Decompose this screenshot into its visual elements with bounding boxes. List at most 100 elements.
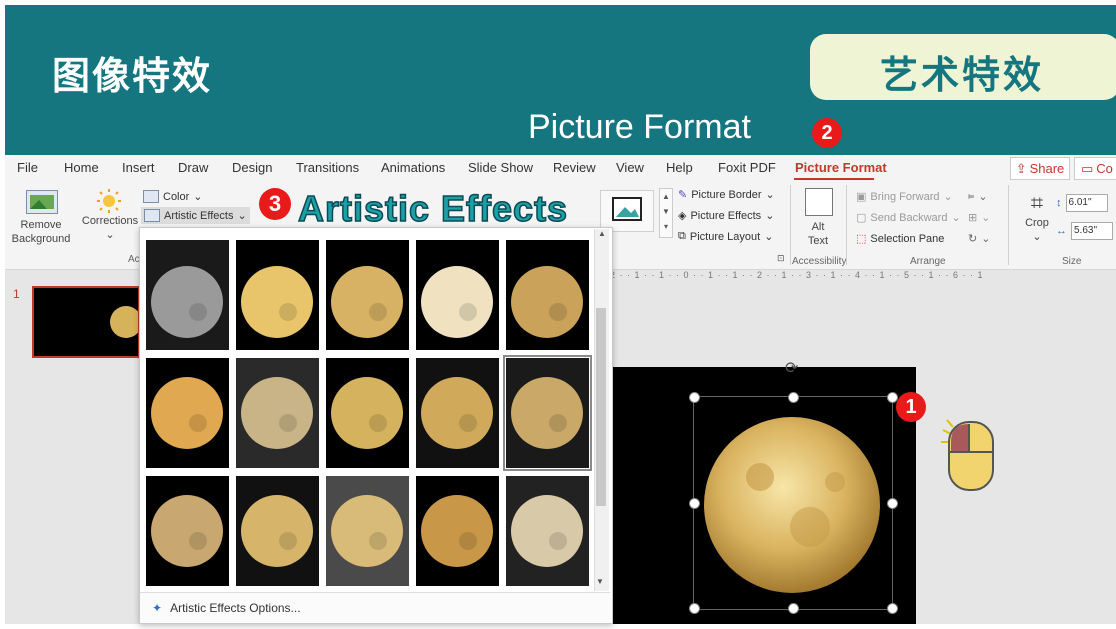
tab-home[interactable]: Home	[64, 160, 99, 175]
remove-background-label-2: Background	[11, 233, 71, 245]
picture-effects-label: Picture Effects	[690, 209, 762, 222]
tab-design[interactable]: Design	[232, 160, 272, 175]
tab-review[interactable]: Review	[553, 160, 596, 175]
tab-help[interactable]: Help	[666, 160, 693, 175]
resize-handle[interactable]	[887, 498, 898, 509]
artistic-effects-callout: Artistic Effects	[297, 187, 569, 230]
remove-background-icon	[26, 190, 58, 214]
scroll-up-icon: ▲	[598, 229, 606, 238]
tab-animations[interactable]: Animations	[381, 160, 445, 175]
height-field[interactable]: ↕ 6.01"	[1056, 194, 1108, 212]
ribbon-separator	[1008, 185, 1009, 265]
tab-slide-show[interactable]: Slide Show	[468, 160, 533, 175]
artistic-effect-option[interactable]	[236, 240, 319, 350]
picture-border-button[interactable]: ✎ Picture Border ⌄	[678, 188, 775, 202]
color-label: Color	[163, 190, 190, 203]
width-field[interactable]: ↔ 5.63"	[1056, 222, 1113, 240]
ribbon-separator	[846, 185, 847, 265]
artistic-effects-options-item[interactable]: ✦ Artistic Effects Options...	[140, 592, 610, 622]
artistic-effects-label: Artistic Effects	[164, 209, 234, 222]
resize-handle[interactable]	[788, 603, 799, 614]
share-button[interactable]: ⇪ Share	[1010, 157, 1070, 180]
alt-text-label-1: Alt	[811, 221, 825, 233]
picture-styles-scroll[interactable]: ▲ ▼ ▾	[659, 188, 673, 238]
picture-layout-button[interactable]: ⧉ Picture Layout ⌄	[678, 230, 773, 243]
rotate-handle-icon[interactable]: ⟳	[785, 358, 798, 378]
artistic-effect-option[interactable]	[326, 358, 409, 468]
artistic-effect-option[interactable]	[506, 476, 589, 586]
artistic-effect-option[interactable]	[326, 240, 409, 350]
corrections-label: Corrections	[81, 215, 139, 227]
picture-layout-label: Picture Layout	[689, 230, 761, 243]
rotate-button[interactable]: ↻ ⌄	[968, 232, 990, 245]
artistic-effect-option[interactable]	[416, 240, 499, 350]
crop-button[interactable]: ⌗ Crop ⌄	[1022, 190, 1052, 244]
group-label-arrange: Arrange	[910, 256, 946, 267]
chevron-down-icon: ⌄	[943, 191, 953, 203]
bring-forward-label: Bring Forward	[870, 190, 940, 203]
group-button[interactable]: ⊞ ⌄	[968, 211, 990, 224]
scroll-down-icon: ▼	[662, 207, 670, 216]
chevron-down-icon: ⌄	[237, 210, 247, 222]
artistic-effect-option[interactable]	[146, 240, 229, 350]
artistic-effect-option[interactable]	[326, 476, 409, 586]
height-input[interactable]: 6.01"	[1065, 194, 1108, 212]
bring-forward-icon: ▣	[856, 191, 867, 203]
width-input[interactable]: 5.63"	[1071, 222, 1113, 240]
tab-picture-format[interactable]: Picture Format	[795, 160, 887, 175]
send-backward-button[interactable]: ▢ Send Backward ⌄	[856, 211, 961, 225]
tab-view[interactable]: View	[616, 160, 644, 175]
artistic-effect-option[interactable]	[236, 358, 319, 468]
color-icon	[143, 190, 159, 203]
chevron-down-icon: ⌄	[765, 189, 775, 201]
resize-handle[interactable]	[788, 392, 799, 403]
picture-effects-button[interactable]: ◈ Picture Effects ⌄	[678, 209, 775, 223]
gallery-scroll-thumb[interactable]	[596, 308, 606, 506]
width-icon: ↔	[1056, 225, 1067, 237]
resize-handle[interactable]	[689, 603, 700, 614]
artistic-effects-button[interactable]: Artistic Effects ⌄	[141, 207, 250, 224]
layout-icon: ⧉	[678, 230, 686, 242]
sun-icon	[94, 188, 124, 214]
chevron-down-icon: ⌄	[765, 210, 775, 222]
picture-style-preview[interactable]	[600, 190, 654, 232]
more-icon: ▾	[663, 222, 668, 231]
comment-icon: ▭	[1081, 160, 1094, 176]
selection-pane-icon: ⬚	[856, 233, 867, 245]
crop-icon: ⌗	[1030, 190, 1044, 215]
color-button[interactable]: Color ⌄	[143, 190, 203, 203]
artistic-effect-option[interactable]	[506, 240, 589, 350]
artistic-effects-icon	[144, 209, 160, 222]
scroll-down-icon[interactable]: ▼	[596, 577, 604, 586]
tab-foxit-pdf[interactable]: Foxit PDF	[718, 160, 776, 175]
artistic-effect-option[interactable]	[236, 476, 319, 586]
comments-button[interactable]: ▭ Co	[1074, 157, 1116, 180]
artistic-effect-option[interactable]	[503, 355, 592, 471]
corrections-button[interactable]: Corrections ⌄	[80, 188, 140, 242]
resize-handle[interactable]	[887, 603, 898, 614]
selection-pane-button[interactable]: ⬚ Selection Pane	[856, 232, 944, 246]
chevron-down-icon: ⌄	[1032, 231, 1042, 243]
horizontal-ruler: 2 · · 1 · · 1 · · 0 · · 1 · · 1 · · 2 · …	[610, 270, 984, 280]
step-badge-1: 1	[896, 392, 926, 422]
alt-text-button[interactable]: Alt Text	[800, 188, 836, 248]
resize-handle[interactable]	[689, 392, 700, 403]
tab-insert[interactable]: Insert	[122, 160, 155, 175]
artistic-effect-option[interactable]	[146, 476, 229, 586]
picture-border-label: Picture Border	[691, 188, 762, 201]
tab-draw[interactable]: Draw	[178, 160, 208, 175]
artistic-effect-option[interactable]	[416, 476, 499, 586]
bring-forward-button[interactable]: ▣ Bring Forward ⌄	[856, 190, 953, 204]
remove-background-button[interactable]: Remove Background	[12, 190, 72, 246]
tab-file[interactable]: File	[17, 160, 38, 175]
slide-thumbnail[interactable]	[32, 286, 142, 358]
effects-grid	[146, 240, 592, 590]
artistic-effect-option[interactable]	[146, 358, 229, 468]
effects-icon: ◈	[678, 210, 687, 222]
resize-handle[interactable]	[689, 498, 700, 509]
chevron-down-icon: ⌄	[978, 191, 988, 203]
align-button[interactable]: ⫢ ⌄	[968, 190, 988, 203]
dialog-launcher-icon[interactable]: ⊡	[777, 253, 785, 264]
artistic-effect-option[interactable]	[416, 358, 499, 468]
tab-transitions[interactable]: Transitions	[296, 160, 359, 175]
